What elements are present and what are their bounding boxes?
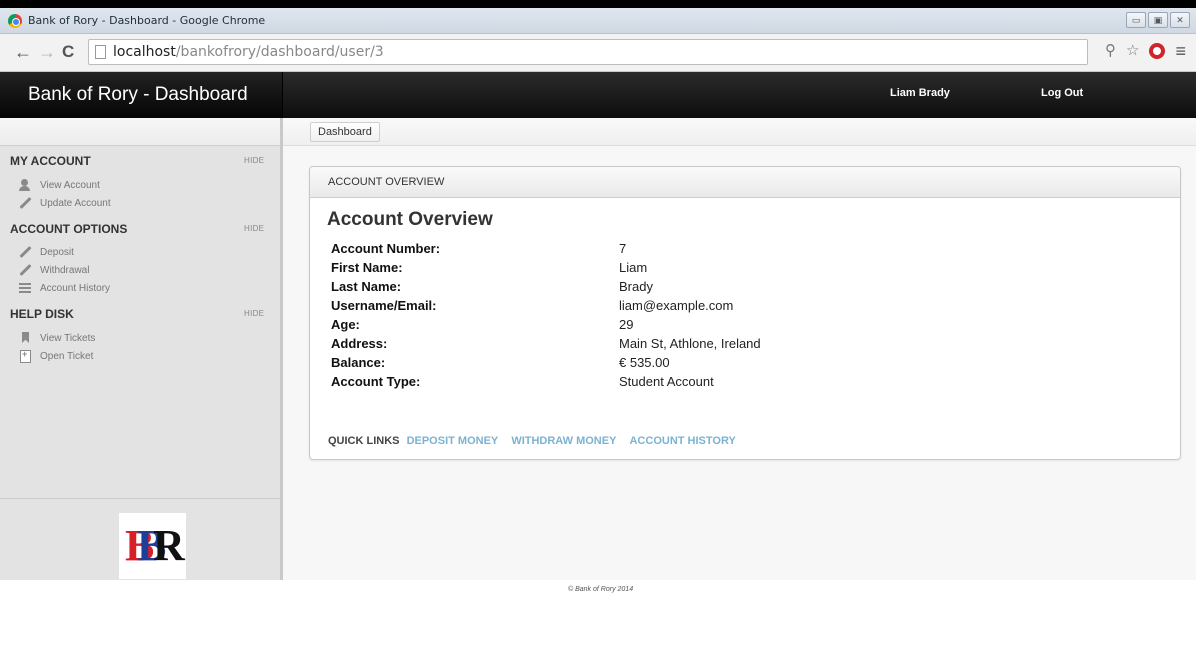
sidebar-item-label: View Tickets xyxy=(40,333,96,344)
address-bar[interactable]: localhost/bankofrory/dashboard/user/3 xyxy=(88,39,1088,65)
header-user-name[interactable]: Liam Brady xyxy=(890,87,950,99)
detail-label: Address: xyxy=(331,336,388,351)
list-icon xyxy=(18,282,32,295)
new-ticket-icon xyxy=(18,349,32,363)
deposit-money-link[interactable]: DEPOSIT MONEY xyxy=(407,435,499,447)
window-title: Bank of Rory - Dashboard - Google Chrome xyxy=(28,14,266,27)
detail-row-last-name: Last Name: Brady xyxy=(331,279,1161,298)
pencil-icon xyxy=(18,264,32,277)
page-title: Account Overview xyxy=(327,209,493,230)
url-host: localhost xyxy=(113,44,176,60)
detail-label: Username/Email: xyxy=(331,298,437,313)
pencil-icon xyxy=(18,246,32,259)
window-titlebar: Bank of Rory - Dashboard - Google Chrome… xyxy=(0,8,1196,34)
quick-links: QUICK LINKS DEPOSIT MONEY WITHDRAW MONEY… xyxy=(328,435,736,447)
panel-header-label: ACCOUNT OVERVIEW xyxy=(328,176,445,188)
detail-value: Main St, Athlone, Ireland xyxy=(619,336,761,351)
detail-value: 29 xyxy=(619,317,634,332)
detail-label: Age: xyxy=(331,317,360,332)
bank-logo: B B R xyxy=(119,513,186,579)
sidebar-item-label: Deposit xyxy=(40,247,74,258)
sidebar-item-label: Update Account xyxy=(40,198,111,209)
sidebar-item-view-tickets[interactable]: View Tickets xyxy=(40,333,95,344)
account-overview-panel: ACCOUNT OVERVIEW Account Overview Accoun… xyxy=(309,166,1181,460)
menu-icon[interactable]: ≡ xyxy=(1175,42,1186,60)
detail-label: Last Name: xyxy=(331,279,402,294)
sidebar-item-label: Account History xyxy=(40,283,111,294)
detail-row-balance: Balance: € 535.00 xyxy=(331,355,1161,374)
section-title-account-options[interactable]: ACCOUNT OPTIONS xyxy=(10,222,127,236)
detail-row-age: Age: 29 xyxy=(331,317,1161,336)
reload-icon[interactable]: C xyxy=(62,42,74,62)
detail-row-account-type: Account Type: Student Account xyxy=(331,374,1161,393)
page-icon xyxy=(95,45,106,59)
forward-arrow-icon[interactable]: → xyxy=(38,42,56,62)
detail-value: 7 xyxy=(619,241,627,256)
hide-my-account-button[interactable]: HIDE xyxy=(244,156,264,165)
sidebar-item-label: Open Ticket xyxy=(40,351,94,362)
account-history-link[interactable]: ACCOUNT HISTORY xyxy=(629,435,735,447)
sidebar-item-withdrawal[interactable]: Withdrawal xyxy=(40,265,89,276)
toolbar-icons: ⚲ ☆ ≡ xyxy=(1105,42,1186,60)
browser-toolbar: ← → C localhost/bankofrory/dashboard/use… xyxy=(0,34,1196,72)
brand-block: Bank of Rory - Dashboard xyxy=(0,72,283,118)
bookmark-icon xyxy=(18,332,32,345)
panel-header: ACCOUNT OVERVIEW xyxy=(310,167,1180,198)
withdraw-money-link[interactable]: WITHDRAW MONEY xyxy=(511,435,616,447)
extension-icon[interactable] xyxy=(1149,43,1166,59)
breadcrumb: Dashboard xyxy=(283,118,1196,146)
key-icon[interactable]: ⚲ xyxy=(1105,42,1116,60)
detail-value: liam@example.com xyxy=(619,298,734,313)
logo-letter-r: R xyxy=(153,521,185,570)
user-icon xyxy=(18,179,32,192)
detail-label: Balance: xyxy=(331,355,386,370)
detail-label: Account Number: xyxy=(331,241,441,256)
sidebar-item-view-account[interactable]: View Account xyxy=(19,179,100,191)
detail-label: First Name: xyxy=(331,260,403,275)
section-title-help-disk[interactable]: HELP DISK xyxy=(10,307,74,321)
sidebar-item-account-history[interactable]: Account History xyxy=(19,283,111,294)
detail-row-account-number: Account Number: 7 xyxy=(331,241,1161,260)
window-controls: ▭ ▣ ✕ xyxy=(1126,12,1190,28)
detail-value: Liam xyxy=(619,260,648,275)
chrome-favicon-icon xyxy=(8,14,22,28)
sidebar-top-bar xyxy=(0,118,280,146)
sidebar-item-label: View Account xyxy=(40,180,100,191)
logout-link[interactable]: Log Out xyxy=(1041,87,1083,99)
detail-row-address: Address: Main St, Athlone, Ireland xyxy=(331,336,1161,355)
detail-label: Account Type: xyxy=(331,374,421,389)
detail-value: € 535.00 xyxy=(619,355,670,370)
breadcrumb-dashboard[interactable]: Dashboard xyxy=(310,122,380,142)
quick-links-label: QUICK LINKS xyxy=(328,435,400,447)
sidebar-item-deposit[interactable]: Deposit xyxy=(40,247,74,258)
url-path: /bankofrory/dashboard/user/3 xyxy=(175,44,384,60)
detail-row-username-email: Username/Email: liam@example.com xyxy=(331,298,1161,317)
back-arrow-icon[interactable]: ← xyxy=(14,42,32,62)
hide-account-options-button[interactable]: HIDE xyxy=(244,224,264,233)
close-button[interactable]: ✕ xyxy=(1170,12,1190,28)
detail-row-first-name: First Name: Liam xyxy=(331,260,1161,279)
section-title-my-account[interactable]: MY ACCOUNT xyxy=(10,154,91,168)
window-top-edge xyxy=(0,0,1196,8)
sidebar-item-update-account[interactable]: Update Account xyxy=(40,198,111,209)
detail-value: Student Account xyxy=(619,374,714,389)
url-text[interactable]: localhost/bankofrory/dashboard/user/3 xyxy=(113,44,384,60)
detail-value: Brady xyxy=(619,279,653,294)
maximize-button[interactable]: ▣ xyxy=(1148,12,1168,28)
pencil-icon xyxy=(18,197,32,210)
bookmark-star-icon[interactable]: ☆ xyxy=(1126,42,1139,60)
sidebar-item-open-ticket[interactable]: Open Ticket xyxy=(20,349,94,363)
minimize-button[interactable]: ▭ xyxy=(1126,12,1146,28)
hide-help-disk-button[interactable]: HIDE xyxy=(244,309,264,318)
sidebar-divider xyxy=(0,498,280,499)
sidebar-item-label: Withdrawal xyxy=(40,265,90,276)
footer-copyright: © Bank of Rory 2014 xyxy=(568,586,634,593)
sidebar: MY ACCOUNT HIDE View Account Update Acco… xyxy=(0,118,283,580)
app-header: Bank of Rory - Dashboard Liam Brady Log … xyxy=(0,72,1196,118)
brand-title[interactable]: Bank of Rory - Dashboard xyxy=(28,84,248,106)
